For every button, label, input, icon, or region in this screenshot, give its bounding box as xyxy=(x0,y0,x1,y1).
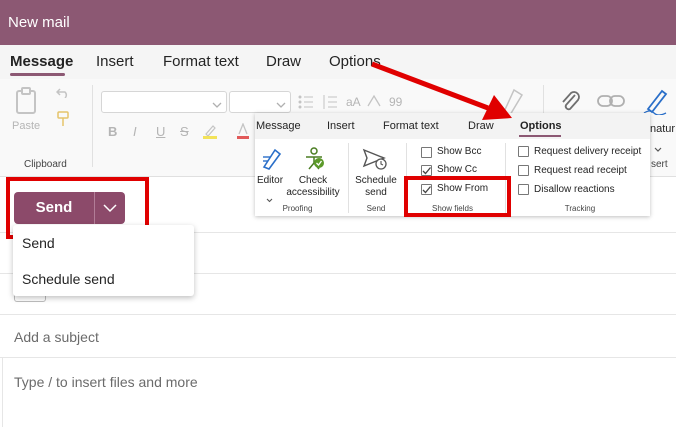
tab-message[interactable]: Message xyxy=(10,53,73,70)
chevron-down-icon xyxy=(212,97,222,115)
schedule-send-label-2[interactable]: send xyxy=(351,187,401,199)
read-receipt-label[interactable]: Request read receipt xyxy=(534,165,627,176)
schedule-send-label-1[interactable]: Schedule xyxy=(351,175,401,187)
delivery-receipt-checkbox[interactable] xyxy=(518,146,529,157)
message-body[interactable]: Type / to insert files and more xyxy=(14,374,198,390)
window-title: New mail xyxy=(8,14,70,31)
signature-label[interactable]: natur xyxy=(650,123,675,135)
bold-icon[interactable]: B xyxy=(108,124,117,139)
check-accessibility-label-2[interactable]: accessibility xyxy=(283,187,343,199)
active-tab-indicator xyxy=(10,73,65,76)
send-group-label: Send xyxy=(366,204,386,213)
link-icon[interactable] xyxy=(597,93,625,114)
clipboard-group-label: Clipboard xyxy=(24,159,67,170)
menu-item-send[interactable]: Send xyxy=(22,235,55,251)
show-cc-checkbox[interactable] xyxy=(421,165,432,176)
callout-separator xyxy=(348,143,349,213)
undo-icon[interactable] xyxy=(55,85,70,103)
title-bar: New mail xyxy=(0,0,676,45)
body-border xyxy=(2,357,3,427)
chevron-down-icon[interactable] xyxy=(654,140,662,158)
callout-active-tab-indicator xyxy=(519,135,561,137)
font-size-dropdown[interactable] xyxy=(229,91,291,113)
send-dropdown-menu: Send Schedule send xyxy=(13,225,194,296)
divider xyxy=(0,357,676,358)
show-cc-label[interactable]: Show Cc xyxy=(437,164,477,175)
callout-tab-message[interactable]: Message xyxy=(256,120,301,132)
italic-icon[interactable]: I xyxy=(133,124,137,139)
read-receipt-checkbox[interactable] xyxy=(518,165,529,176)
schedule-send-icon[interactable] xyxy=(362,147,388,176)
bullets-icon[interactable] xyxy=(298,95,314,114)
callout-tab-draw[interactable]: Draw xyxy=(468,120,494,132)
check-accessibility-label-1[interactable]: Check xyxy=(283,175,343,187)
tracking-group-label: Tracking xyxy=(564,204,596,213)
ribbon-tabs: Message Insert Format text Draw Options xyxy=(0,45,676,79)
show-bcc-checkbox[interactable] xyxy=(421,147,432,158)
callout-tab-format-text[interactable]: Format text xyxy=(383,120,439,132)
show-bcc-label[interactable]: Show Bcc xyxy=(437,146,481,157)
numbering-icon[interactable] xyxy=(322,95,338,114)
tab-insert[interactable]: Insert xyxy=(96,53,134,70)
style-icon[interactable] xyxy=(366,94,382,113)
subject-input[interactable]: Add a subject xyxy=(14,329,99,345)
divider xyxy=(0,314,676,315)
disallow-reactions-checkbox[interactable] xyxy=(518,184,529,195)
callout-tabs: Message Insert Format text Draw Options xyxy=(255,113,650,139)
menu-item-schedule-send[interactable]: Schedule send xyxy=(22,271,115,287)
disallow-reactions-label[interactable]: Disallow reactions xyxy=(534,184,615,195)
format-painter-icon[interactable] xyxy=(57,111,69,132)
quote-label[interactable]: 99 xyxy=(389,95,402,109)
callout-tab-options[interactable]: Options xyxy=(520,120,562,132)
paste-label[interactable]: Paste xyxy=(12,120,40,132)
font-family-dropdown[interactable] xyxy=(101,91,227,113)
highlight-box-show-from xyxy=(404,176,511,217)
accessibility-checker-icon[interactable] xyxy=(303,147,325,176)
proofing-group-label: Proofing xyxy=(282,204,313,213)
editor-icon[interactable] xyxy=(261,147,283,176)
font-color-icon[interactable] xyxy=(236,122,250,144)
highlight-icon[interactable] xyxy=(202,123,218,144)
paste-icon[interactable] xyxy=(13,87,39,120)
tab-options[interactable]: Options xyxy=(329,53,381,70)
ribbon-separator xyxy=(92,85,93,167)
font-size-change-label[interactable]: aA xyxy=(346,95,361,109)
editor-label[interactable]: Editor xyxy=(256,175,284,187)
strikethrough-icon[interactable]: S xyxy=(180,124,189,139)
callout-tab-insert[interactable]: Insert xyxy=(327,120,355,132)
checkmark-icon xyxy=(422,167,431,175)
insert-group-label: sert xyxy=(651,159,668,170)
underline-icon[interactable]: U xyxy=(156,124,165,139)
tab-draw[interactable]: Draw xyxy=(266,53,301,70)
tab-format-text[interactable]: Format text xyxy=(163,53,239,70)
delivery-receipt-label[interactable]: Request delivery receipt xyxy=(534,146,641,157)
